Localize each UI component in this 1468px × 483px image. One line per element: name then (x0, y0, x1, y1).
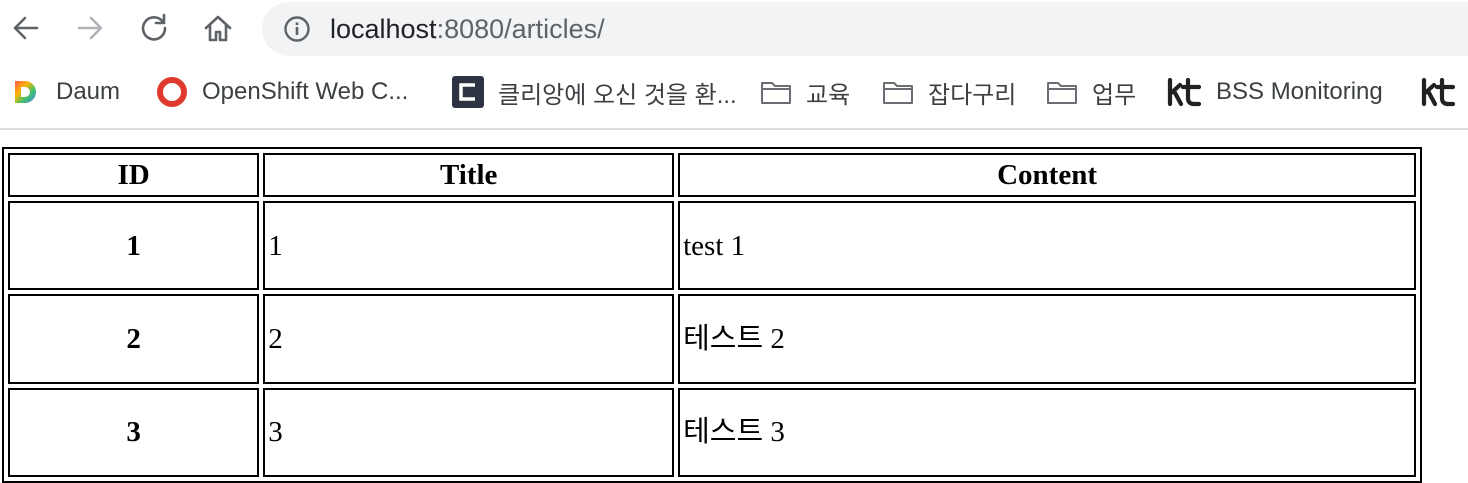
table-row: 2 2 테스트 2 (8, 294, 1416, 384)
browser-toolbar: localhost:8080/articles/ (0, 0, 1468, 58)
cell-id: 1 (8, 201, 260, 291)
bookmark-folder-education[interactable]: 교육 (760, 74, 850, 110)
url-text[interactable]: localhost:8080/articles/ (330, 14, 605, 44)
bookmark-label: 교육 (806, 81, 851, 109)
column-header-id: ID (8, 153, 260, 197)
back-button[interactable] (6, 8, 46, 48)
folder-icon (1046, 76, 1078, 108)
bookmark-folder-misc[interactable]: 잡다구리 (882, 74, 1016, 110)
arrow-left-icon (13, 16, 39, 40)
url-path: :8080/articles/ (436, 14, 605, 44)
daum-icon (10, 76, 42, 108)
bookmark-kt[interactable] (1420, 74, 1456, 110)
bookmark-daum[interactable]: Daum (10, 74, 120, 110)
kt-icon (1420, 76, 1456, 108)
bookmark-label: 클리앙에 오신 것을 환... (498, 81, 737, 109)
column-header-content: Content (678, 153, 1416, 197)
forward-button[interactable] (70, 8, 110, 48)
bookmark-clien[interactable]: 클리앙에 오신 것을 환... (452, 74, 737, 110)
bookmark-label: OpenShift Web C... (202, 78, 409, 105)
reload-icon (141, 13, 167, 41)
cell-title: 1 (263, 201, 675, 291)
bookmark-label: 잡다구리 (928, 81, 1017, 109)
table-row: 3 3 테스트 3 (8, 387, 1416, 477)
bookmark-folder-work[interactable]: 업무 (1046, 74, 1136, 110)
home-icon (204, 15, 232, 42)
page-content: ID Title Content 1 1 test 1 2 2 테스트 2 3 … (0, 130, 1468, 483)
bookmark-label: BSS Monitoring (1216, 78, 1383, 105)
bookmark-openshift[interactable]: OpenShift Web C... (156, 74, 408, 110)
url-host: localhost (330, 14, 437, 44)
site-info-icon[interactable] (282, 14, 312, 44)
bookmark-label: Daum (56, 78, 121, 105)
arrow-right-icon (77, 16, 103, 40)
cell-title: 3 (263, 387, 675, 477)
folder-icon (760, 76, 792, 108)
cell-title: 2 (263, 294, 675, 384)
clien-icon (452, 76, 484, 108)
address-bar[interactable]: localhost:8080/articles/ (262, 2, 1468, 56)
articles-table: ID Title Content 1 1 test 1 2 2 테스트 2 3 … (2, 147, 1422, 483)
cell-id: 2 (8, 294, 260, 384)
bookmarks-bar: Daum OpenShift Web C... 클리앙에 오신 것을 환... … (0, 66, 1468, 118)
openshift-icon (156, 76, 188, 108)
kt-icon (1166, 76, 1202, 108)
home-button[interactable] (198, 8, 238, 48)
column-header-title: Title (263, 153, 675, 197)
table-header-row: ID Title Content (8, 153, 1416, 197)
cell-content: test 1 (678, 201, 1416, 291)
cell-id: 3 (8, 387, 260, 477)
cell-content: 테스트 3 (678, 387, 1416, 477)
cell-content: 테스트 2 (678, 294, 1416, 384)
reload-button[interactable] (134, 8, 174, 48)
folder-icon (882, 76, 914, 108)
bookmark-label: 업무 (1092, 81, 1137, 109)
table-row: 1 1 test 1 (8, 201, 1416, 291)
bookmark-bss-monitoring[interactable]: BSS Monitoring (1166, 74, 1383, 110)
